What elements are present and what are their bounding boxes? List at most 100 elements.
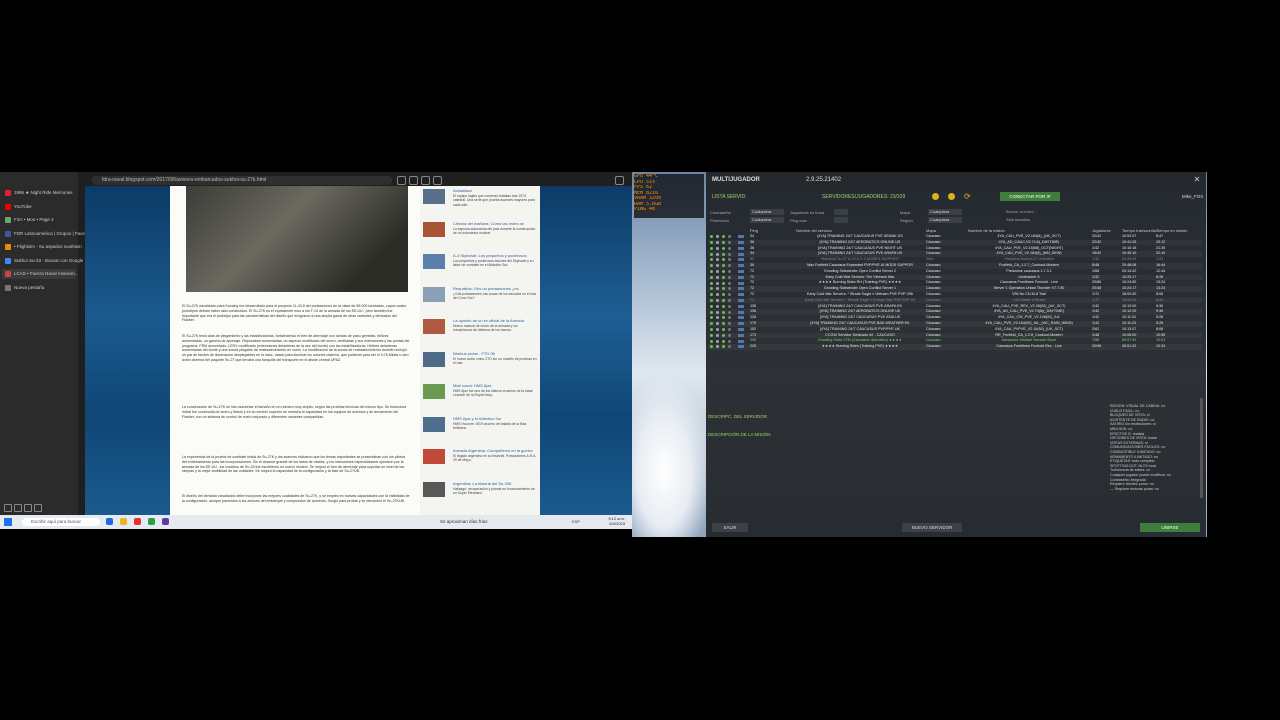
more-menu-icon[interactable] — [615, 176, 624, 185]
post-title[interactable]: HMS Ajax y el Atlántico Sur — [453, 416, 537, 421]
downloads-icon[interactable] — [433, 176, 442, 185]
server-row[interactable]: 173 CCGW Servidor Dedicado #2 - CAUCASO Cá… — [708, 332, 1202, 339]
column-header[interactable]: Nombre de la misión — [968, 228, 1005, 233]
post-title[interactable]: Armada Argentina: Compañeros en la guerr… — [453, 448, 537, 453]
post-title[interactable]: Requisitos: Gris un portaaviones ¿es alc… — [453, 286, 537, 291]
column-header[interactable]: Tiempo transcurrido — [1122, 228, 1157, 233]
weather-notification[interactable]: Se aproximan días frías — [440, 519, 530, 524]
app-icon[interactable] — [162, 518, 169, 525]
post-title[interactable]: Ciencia del mañana: Cómo las redes se pr… — [453, 221, 537, 226]
server-row[interactable]: 72 Early Cold War Servers: * Strade Eagle… — [708, 292, 1202, 298]
post-thumbnail[interactable] — [423, 351, 445, 367]
server-row[interactable]: 128 [4YA] TRAINING 24/7 CAUCASUS PVE ASIA… — [708, 315, 1202, 321]
app-icon[interactable] — [134, 518, 141, 525]
post-title[interactable]: Actualidad — [453, 188, 537, 193]
server-row[interactable]: 72 Early Cold War Servers: The Vietnam Wa… — [708, 274, 1202, 281]
server-row[interactable]: 34 [4YA] TRAINING 24/7 CAUCASUS PVE SEMAK… — [708, 234, 1202, 240]
column-header[interactable]: Jugadores — [1092, 228, 1111, 233]
exit-button[interactable]: SALIR — [712, 523, 748, 532]
post-thumbnail[interactable] — [423, 189, 445, 204]
sidebar-post[interactable]: HMS Ajax y el Atlántico Sur HMS Hood en 1… — [423, 416, 538, 440]
sidebar-tab[interactable]: 1996 ★ Night Ride Memories — [2, 188, 76, 198]
post-thumbnail[interactable] — [423, 416, 445, 432]
sidebar-tab[interactable]: LCAS • Fuerza Naval Assisem... — [2, 269, 78, 279]
post-thumbnail[interactable] — [423, 449, 445, 464]
server-row[interactable]: 36 Max Foxfield Caucasus Expanded PVP/PVE… — [708, 263, 1202, 269]
favorites-icon[interactable] — [409, 176, 418, 185]
windows-start-icon[interactable] — [4, 518, 12, 526]
sidebar-tab[interactable]: YouTube — [2, 202, 76, 212]
server-row[interactable]: 152 [4YA] TRAINING 24/7 CAUCASUS PVP/PVE … — [708, 327, 1202, 333]
sidebar-tab[interactable]: • Flightsim · Su aspados southwin — [2, 242, 82, 252]
post-title[interactable]: A-4 Skyhawk: Los pequeños y poderosos av… — [453, 253, 537, 258]
taskbar-search-input[interactable]: Escribir aquí para buscar — [22, 518, 100, 526]
server-row[interactable]: 72 Growling Sidewinder Open Conflict Serv… — [708, 286, 1202, 292]
sidebar-post[interactable]: A-4 Skyhawk: Los pequeños y poderosos av… — [423, 253, 538, 277]
settings-icon[interactable] — [14, 504, 22, 512]
sidebar-post[interactable]: Misil naval: HMS Ajax HMS Ajax fue uno de… — [423, 383, 538, 407]
taskbar-clock[interactable]: 9:12 a.m. 6/4/2023 — [595, 516, 625, 526]
sidebar-post[interactable]: Nimbus probe - FTD 96 El nuevo avión chin… — [423, 351, 538, 375]
sidebar-post[interactable]: La opinión de un ex oficial de la Armada… — [423, 318, 538, 342]
column-header[interactable]: Ping — [750, 228, 758, 233]
post-thumbnail[interactable] — [423, 319, 445, 334]
column-header[interactable]: Tiempo en misión — [1156, 228, 1187, 233]
server-row[interactable]: 136 [4YA] TRAINING 24/7 AEROBATICS ONLINE… — [708, 309, 1202, 315]
sidebar-post[interactable]: Requisitos: Gris un portaaviones ¿es alc… — [423, 286, 538, 310]
app-icon[interactable] — [148, 518, 155, 525]
filter-dropdown[interactable]: Cualquiera — [750, 209, 784, 215]
join-button[interactable]: UNIRSE — [1140, 523, 1200, 532]
sidebar-tab[interactable]: F1H • Mon • Page 4 — [2, 215, 76, 225]
sidebar-tab[interactable]: FDR Latinoamérica | Grupos | Faceb — [2, 229, 87, 239]
collections-icon[interactable] — [421, 176, 430, 185]
server-row[interactable]: 53 Historical Su-27 & 33 & S-3 MODES SUPP… — [708, 257, 1202, 263]
filter-dropdown[interactable]: Cualquiera — [928, 209, 962, 215]
post-thumbnail[interactable] — [423, 221, 445, 237]
server-row[interactable]: 296 Growling Skies 27M (Caucasus Operatio… — [708, 338, 1202, 344]
filter-dropdown[interactable]: Cualquiera — [928, 217, 962, 223]
filter-dropdown[interactable]: Cualquiera — [750, 217, 784, 223]
post-thumbnail[interactable] — [423, 384, 445, 399]
refresh-icon[interactable]: ⟳ — [964, 192, 971, 201]
server-row[interactable]: 71 Early Cold War Servers: * Strade Eagle… — [708, 297, 1202, 304]
server-row[interactable]: 72 Growling Sidewinder Open Conflict Serv… — [708, 269, 1202, 275]
server-search-input[interactable]: Buscar servidor... — [1006, 209, 1066, 215]
sidebar-post[interactable]: Actualidad El equipo inglés que comenzó b… — [423, 188, 538, 212]
server-row[interactable]: 34 [4YA] TRAINING 24/7 CAUCASUS PVE ARAPA… — [708, 251, 1202, 257]
sidebar-tab[interactable]: Nueva pestaña — [2, 283, 76, 293]
server-row[interactable]: 175 [4YA] TRAINING 24/7 CAUCASUS PVE BAD … — [708, 321, 1202, 327]
sidebar-post[interactable]: Ciencia del mañana: Cómo las redes se pr… — [423, 221, 538, 245]
file-explorer-icon[interactable] — [120, 518, 127, 525]
filter-dropdown[interactable] — [834, 217, 848, 223]
address-bar[interactable]: fdra-naval.blogspot.com/2017/08/aviones-… — [92, 176, 392, 185]
server-row[interactable]: 36 [4YA] TRAINING 24/7 CAUCASUS PVE NIGHT… — [708, 246, 1202, 252]
edge-icon[interactable] — [106, 518, 113, 525]
close-icon[interactable]: ✕ — [1192, 175, 1202, 185]
language-indicator[interactable]: ESP — [572, 519, 580, 524]
sidebar-post[interactable]: Argentina: La historia del Su-33K Hallazg… — [423, 481, 538, 505]
post-title[interactable]: La opinión de un ex oficial de la Armada — [453, 318, 537, 323]
filter-dropdown[interactable] — [834, 209, 848, 215]
post-title[interactable]: Misil naval: HMS Ajax — [453, 383, 537, 388]
favorites-only-checkbox[interactable]: Sólo favoritos — [1006, 217, 1030, 222]
collections-icon[interactable] — [34, 504, 42, 512]
new-server-button[interactable]: NUEVO SERVIDOR — [902, 523, 962, 532]
server-row[interactable]: 220 ★★★★ Burning Skies (Training PVE) ★★★… — [708, 344, 1202, 350]
post-title[interactable]: Nimbus probe - FTD 96 — [453, 351, 537, 356]
post-title[interactable]: Argentina: La historia del Su-33K — [453, 481, 537, 486]
extension-icon[interactable] — [397, 176, 406, 185]
post-thumbnail[interactable] — [423, 286, 445, 302]
server-row[interactable]: 136 [4YA] TRAINING 24/7 CAUCASUS PVE ARAP… — [708, 304, 1202, 310]
server-row[interactable]: 72 ★★★★ Burning Skies RH (Training PVE) ★… — [708, 280, 1202, 286]
server-row[interactable]: 36 [4YA] TRAINING 24/7 AEROBATICS ONLINE … — [708, 239, 1202, 246]
column-header[interactable]: Nombre del servidor — [796, 228, 832, 233]
favorite-icon[interactable] — [948, 193, 955, 200]
sidebar-post[interactable]: Armada Argentina: Compañeros en la guerr… — [423, 448, 538, 472]
options-scrollbar[interactable] — [1200, 398, 1203, 498]
column-header[interactable]: Mapa — [926, 228, 936, 233]
connect-by-ip-button[interactable]: CONECTAR POR IP — [1000, 192, 1060, 201]
post-thumbnail[interactable] — [423, 254, 445, 269]
sidebar-tab[interactable]: Sukhoi Su-33 - Buscar con Google — [2, 256, 83, 266]
eye-icon[interactable] — [932, 193, 939, 200]
history-icon[interactable] — [24, 504, 32, 512]
